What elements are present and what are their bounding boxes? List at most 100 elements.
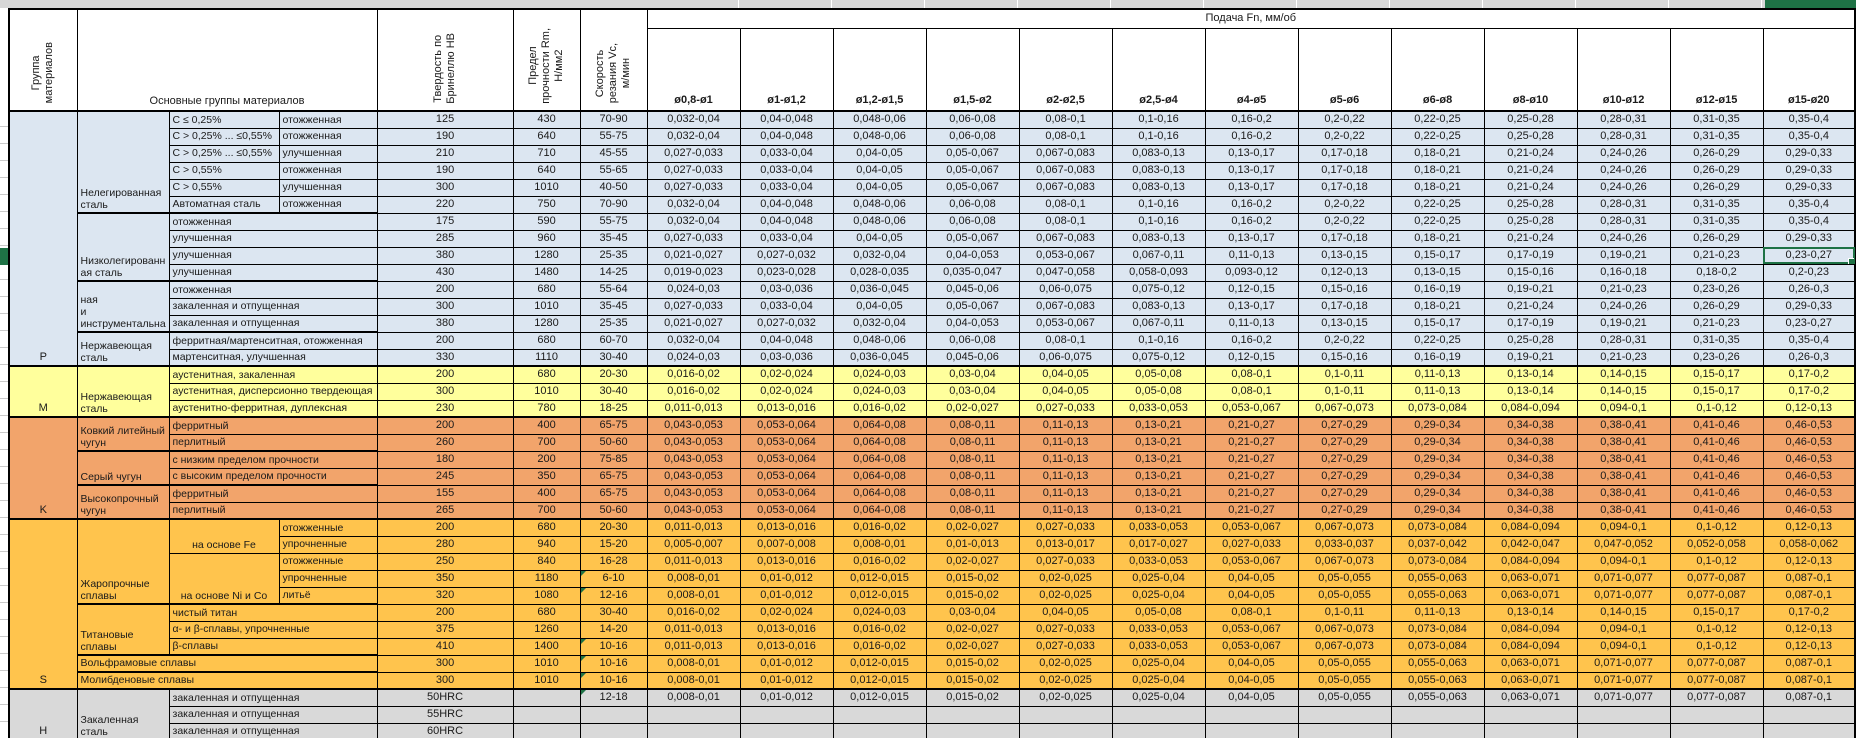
feed-cell[interactable]: 0,12-0,13 [1763, 553, 1855, 570]
feed-cell[interactable]: 0,013-0,016 [740, 553, 833, 570]
feed-cell[interactable]: 0,23-0,27 [1763, 315, 1855, 332]
feed-cell[interactable]: 0,11-0,13 [1019, 502, 1112, 519]
strength-cell[interactable]: 840 [513, 553, 580, 570]
feed-cell[interactable] [1205, 706, 1298, 723]
feed-cell[interactable]: 0,15-0,17 [1391, 315, 1484, 332]
feed-cell[interactable]: 0,048-0,06 [833, 332, 926, 349]
feed-cell[interactable]: 0,22-0,25 [1391, 213, 1484, 230]
feed-cell[interactable]: 0,16-0,18 [1577, 264, 1670, 281]
feed-cell[interactable]: 0,01-0,012 [740, 570, 833, 587]
feed-cell[interactable]: 0,073-0,084 [1391, 553, 1484, 570]
feed-cell[interactable]: 0,03-0,04 [926, 383, 1019, 400]
feed-cell[interactable]: 0,024-0,03 [833, 604, 926, 621]
feed-cell[interactable]: 0,033-0,053 [1112, 400, 1205, 417]
feed-cell[interactable]: 0,13-0,17 [1205, 230, 1298, 247]
feed-cell[interactable]: 0,03-0,04 [926, 366, 1019, 383]
hardness-cell[interactable]: 200 [377, 332, 513, 349]
strength-cell[interactable]: 680 [513, 604, 580, 621]
feed-cell[interactable]: 0,16-0,2 [1205, 213, 1298, 230]
label-cell[interactable]: улучшенная [279, 145, 377, 162]
feed-cell[interactable]: 0,18-0,21 [1391, 298, 1484, 315]
label-cell[interactable]: Закаленная сталь [77, 689, 169, 738]
feed-cell[interactable]: 0,34-0,38 [1484, 451, 1577, 468]
speed-cell[interactable]: 18-25 [580, 400, 647, 417]
feed-cell[interactable]: 0,16-0,2 [1205, 196, 1298, 213]
strength-cell[interactable]: 640 [513, 162, 580, 179]
selected-cell[interactable]: 0,23-0,27 [1763, 247, 1855, 264]
feed-cell[interactable]: 0,067-0,11 [1112, 247, 1205, 264]
feed-cell[interactable]: 0,27-0,29 [1298, 417, 1391, 434]
feed-cell[interactable]: 0,27-0,29 [1298, 485, 1391, 502]
feed-cell[interactable]: 0,016-0,02 [833, 553, 926, 570]
hardness-cell[interactable]: 250 [377, 553, 513, 570]
feed-cell[interactable]: 0,05-0,055 [1298, 570, 1391, 587]
feed-col-header-0[interactable]: ø0,8-ø1 [647, 28, 740, 111]
feed-cell[interactable]: 0,075-0,12 [1112, 349, 1205, 366]
feed-cell[interactable]: 0,05-0,055 [1298, 672, 1391, 689]
feed-cell[interactable]: 0,063-0,071 [1484, 689, 1577, 706]
feed-cell[interactable]: 0,083-0,13 [1112, 298, 1205, 315]
label-cell[interactable]: C ≤ 0,25% [169, 111, 279, 128]
feed-cell[interactable] [1763, 706, 1855, 723]
feed-cell[interactable]: 0,027-0,033 [1019, 553, 1112, 570]
feed-cell[interactable]: 0,053-0,064 [740, 485, 833, 502]
feed-cell[interactable]: 0,18-0,2 [1670, 264, 1763, 281]
feed-cell[interactable]: 0,05-0,08 [1112, 383, 1205, 400]
feed-cell[interactable]: 0,13-0,14 [1484, 604, 1577, 621]
label-cell[interactable]: C > 0,25% ... ≤0,55% [169, 145, 279, 162]
strength-cell[interactable]: 1010 [513, 383, 580, 400]
feed-cell[interactable]: 0,015-0,02 [926, 655, 1019, 672]
feed-cell[interactable]: 0,04-0,048 [740, 196, 833, 213]
feed-cell[interactable]: 0,02-0,027 [926, 519, 1019, 536]
feed-cell[interactable]: 0,032-0,04 [647, 128, 740, 145]
feed-cell[interactable]: 0,04-0,05 [833, 145, 926, 162]
feed-cell[interactable]: 0,29-0,33 [1763, 298, 1855, 315]
feed-cell[interactable]: 0,027-0,033 [647, 179, 740, 196]
strength-cell[interactable]: 1280 [513, 247, 580, 264]
feed-cell[interactable]: 0,17-0,2 [1763, 604, 1855, 621]
feed-cell[interactable]: 0,053-0,067 [1019, 315, 1112, 332]
feed-cell[interactable]: 0,08-0,11 [926, 417, 1019, 434]
feed-cell[interactable]: 0,31-0,35 [1670, 111, 1763, 128]
feed-col-header-4[interactable]: ø2-ø2,5 [1019, 28, 1112, 111]
strength-cell[interactable]: 200 [513, 451, 580, 468]
speed-cell[interactable]: 10-16 [580, 638, 647, 655]
strength-cell[interactable]: 1010 [513, 179, 580, 196]
label-cell[interactable]: отожженная [279, 128, 377, 145]
feed-cell[interactable]: 0,01-0,012 [740, 689, 833, 706]
speed-cell[interactable]: 55-64 [580, 281, 647, 298]
brinell-hardness-column-header[interactable]: Твердость по Бринеллю HB [377, 9, 513, 111]
feed-cell[interactable]: 0,24-0,26 [1577, 298, 1670, 315]
feed-cell[interactable]: 0,21-0,23 [1577, 349, 1670, 366]
hardness-cell[interactable]: 210 [377, 145, 513, 162]
feed-cell[interactable]: 0,04-0,05 [1205, 570, 1298, 587]
feed-cell[interactable]: 0,12-0,15 [1205, 281, 1298, 298]
feed-cell[interactable]: 0,15-0,17 [1670, 383, 1763, 400]
label-cell[interactable]: литьё [279, 587, 377, 604]
feed-cell[interactable] [647, 706, 740, 723]
hardness-cell[interactable]: 300 [377, 298, 513, 315]
hardness-cell[interactable]: 300 [377, 383, 513, 400]
speed-cell[interactable]: 15-20 [580, 536, 647, 553]
feed-cell[interactable]: 0,067-0,073 [1298, 400, 1391, 417]
feed-cell[interactable]: 0,015-0,02 [926, 689, 1019, 706]
feed-cell[interactable]: 0,025-0,04 [1112, 655, 1205, 672]
feed-cell[interactable]: 0,11-0,13 [1205, 247, 1298, 264]
feed-cell[interactable]: 0,05-0,055 [1298, 587, 1391, 604]
feed-cell[interactable]: 0,012-0,015 [833, 689, 926, 706]
strength-cell[interactable]: 680 [513, 366, 580, 383]
feed-cell[interactable]: 0,087-0,1 [1763, 672, 1855, 689]
feed-cell[interactable]: 0,027-0,033 [647, 145, 740, 162]
feed-cell[interactable]: 0,067-0,11 [1112, 315, 1205, 332]
feed-cell[interactable]: 0,067-0,073 [1298, 553, 1391, 570]
feed-cell[interactable]: 0,21-0,27 [1205, 417, 1298, 434]
speed-cell[interactable]: 10-16 [580, 672, 647, 689]
feed-cell[interactable]: 0,045-0,06 [926, 281, 1019, 298]
feed-cell[interactable]: 0,064-0,08 [833, 434, 926, 451]
feed-cell[interactable]: 0,15-0,16 [1298, 281, 1391, 298]
label-cell[interactable]: аустенитно-ферритная, дуплексная [169, 400, 377, 417]
feed-cell[interactable]: 0,11-0,13 [1391, 366, 1484, 383]
label-cell[interactable]: улучшенная [169, 247, 377, 264]
feed-cell[interactable]: 0,04-0,05 [833, 298, 926, 315]
feed-cell[interactable]: 0,08-0,1 [1019, 111, 1112, 128]
